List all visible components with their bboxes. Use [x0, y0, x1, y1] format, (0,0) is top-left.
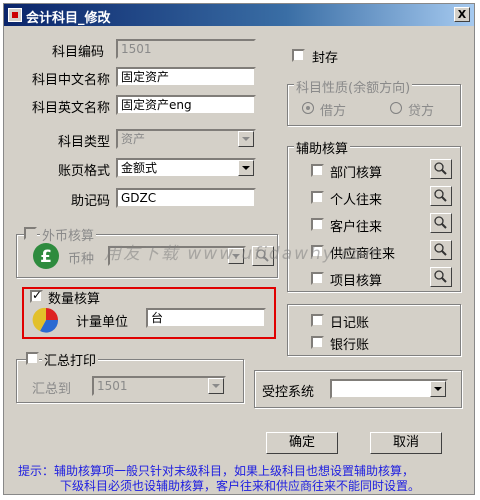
search-icon[interactable]: [430, 267, 452, 287]
page-format-select[interactable]: 金额式: [116, 158, 256, 178]
debit-label: 借方: [320, 104, 347, 119]
personal-account-checkbox[interactable]: [311, 191, 324, 204]
hint-line-1: 提示：辅助核算项一般只针对末级科目，如果上级科目也想设置辅助核算，: [18, 464, 415, 478]
account-edit-dialog: 会计科目_修改 X 科目编码 1501 科目中文名称 固定资产 科目英文名称 固…: [3, 3, 475, 495]
app-icon: [8, 8, 22, 22]
unit-field[interactable]: 台: [146, 308, 266, 328]
quantity-checkbox[interactable]: [30, 288, 43, 303]
watermark-text: 用友下载 www.ufidawhy.com: [104, 244, 384, 264]
mnemonic-label: 助记码: [70, 194, 110, 209]
chevron-down-icon[interactable]: [430, 381, 446, 397]
forex-checkbox[interactable]: [24, 227, 37, 240]
customer-account-checkbox[interactable]: [311, 218, 324, 231]
ok-button[interactable]: 确定: [266, 432, 338, 454]
pie-chart-icon: [32, 306, 60, 334]
title-bar: 会计科目_修改 X: [4, 4, 474, 26]
svg-text:£: £: [40, 247, 52, 267]
summary-to-select[interactable]: 1501: [92, 376, 226, 396]
account-code-field[interactable]: 1501: [116, 39, 256, 59]
dept-accounting-label: 部门核算: [330, 166, 383, 181]
close-button[interactable]: X: [454, 7, 470, 22]
credit-radio[interactable]: [390, 102, 402, 114]
controlled-system-select[interactable]: [330, 379, 448, 399]
page-format-label: 账页格式: [57, 164, 110, 179]
chevron-down-icon[interactable]: [238, 131, 254, 147]
summary-to-label: 汇总到: [32, 382, 72, 397]
bank-journal-checkbox[interactable]: [311, 336, 324, 349]
unit-label: 计量单位: [76, 315, 129, 330]
project-accounting-checkbox[interactable]: [311, 272, 324, 285]
english-name-field[interactable]: 固定资产eng: [116, 95, 256, 115]
hint-text: 提示：辅助核算项一般只针对末级科目，如果上级科目也想设置辅助核算， 下级科目必须…: [18, 464, 468, 494]
search-icon[interactable]: [430, 240, 452, 260]
chevron-down-icon[interactable]: [238, 160, 254, 176]
search-icon[interactable]: [430, 213, 452, 233]
bank-journal-label: 银行账: [330, 338, 370, 353]
page-format-value: 金额式: [121, 161, 158, 175]
hint-line-2: 下级科目必须也设辅助核算，客户往来和供应商往来不能同时设置。: [60, 479, 421, 493]
account-code-label: 科目编码: [51, 45, 104, 60]
mnemonic-field[interactable]: GDZC: [116, 188, 256, 208]
search-icon[interactable]: [430, 159, 452, 179]
account-type-label: 科目类型: [57, 135, 110, 150]
chevron-down-icon[interactable]: [208, 378, 224, 394]
debit-radio[interactable]: [302, 102, 314, 114]
seal-checkbox[interactable]: [292, 49, 305, 62]
cancel-button[interactable]: 取消: [370, 432, 442, 454]
dialog-title: 会计科目_修改: [26, 11, 111, 26]
project-accounting-label: 项目核算: [330, 274, 383, 289]
chinese-name-label: 科目中文名称: [31, 73, 110, 88]
dept-accounting-checkbox[interactable]: [311, 164, 324, 177]
seal-label: 封存: [312, 51, 339, 66]
daily-journal-checkbox[interactable]: [311, 314, 324, 327]
currency-icon: £: [32, 242, 60, 270]
customer-account-label: 客户往来: [330, 220, 383, 235]
quantity-title: 数量核算: [48, 292, 101, 307]
controlled-system-label: 受控系统: [262, 385, 315, 400]
summary-print-checkbox[interactable]: [26, 352, 39, 365]
aux-accounting-title: 辅助核算: [294, 138, 351, 157]
personal-account-label: 个人往来: [330, 193, 383, 208]
account-type-value: 资产: [121, 132, 146, 146]
credit-label: 贷方: [408, 104, 435, 119]
account-type-select[interactable]: 资产: [116, 129, 256, 149]
daily-journal-label: 日记账: [330, 316, 370, 331]
search-icon[interactable]: [430, 186, 452, 206]
english-name-label: 科目英文名称: [31, 101, 110, 116]
chinese-name-field[interactable]: 固定资产: [116, 67, 256, 87]
account-nature-title: 科目性质(余额方向): [294, 77, 413, 96]
summary-to-value: 1501: [97, 379, 128, 393]
currency-label: 币种: [68, 252, 95, 267]
summary-print-title: 汇总打印: [42, 350, 99, 369]
